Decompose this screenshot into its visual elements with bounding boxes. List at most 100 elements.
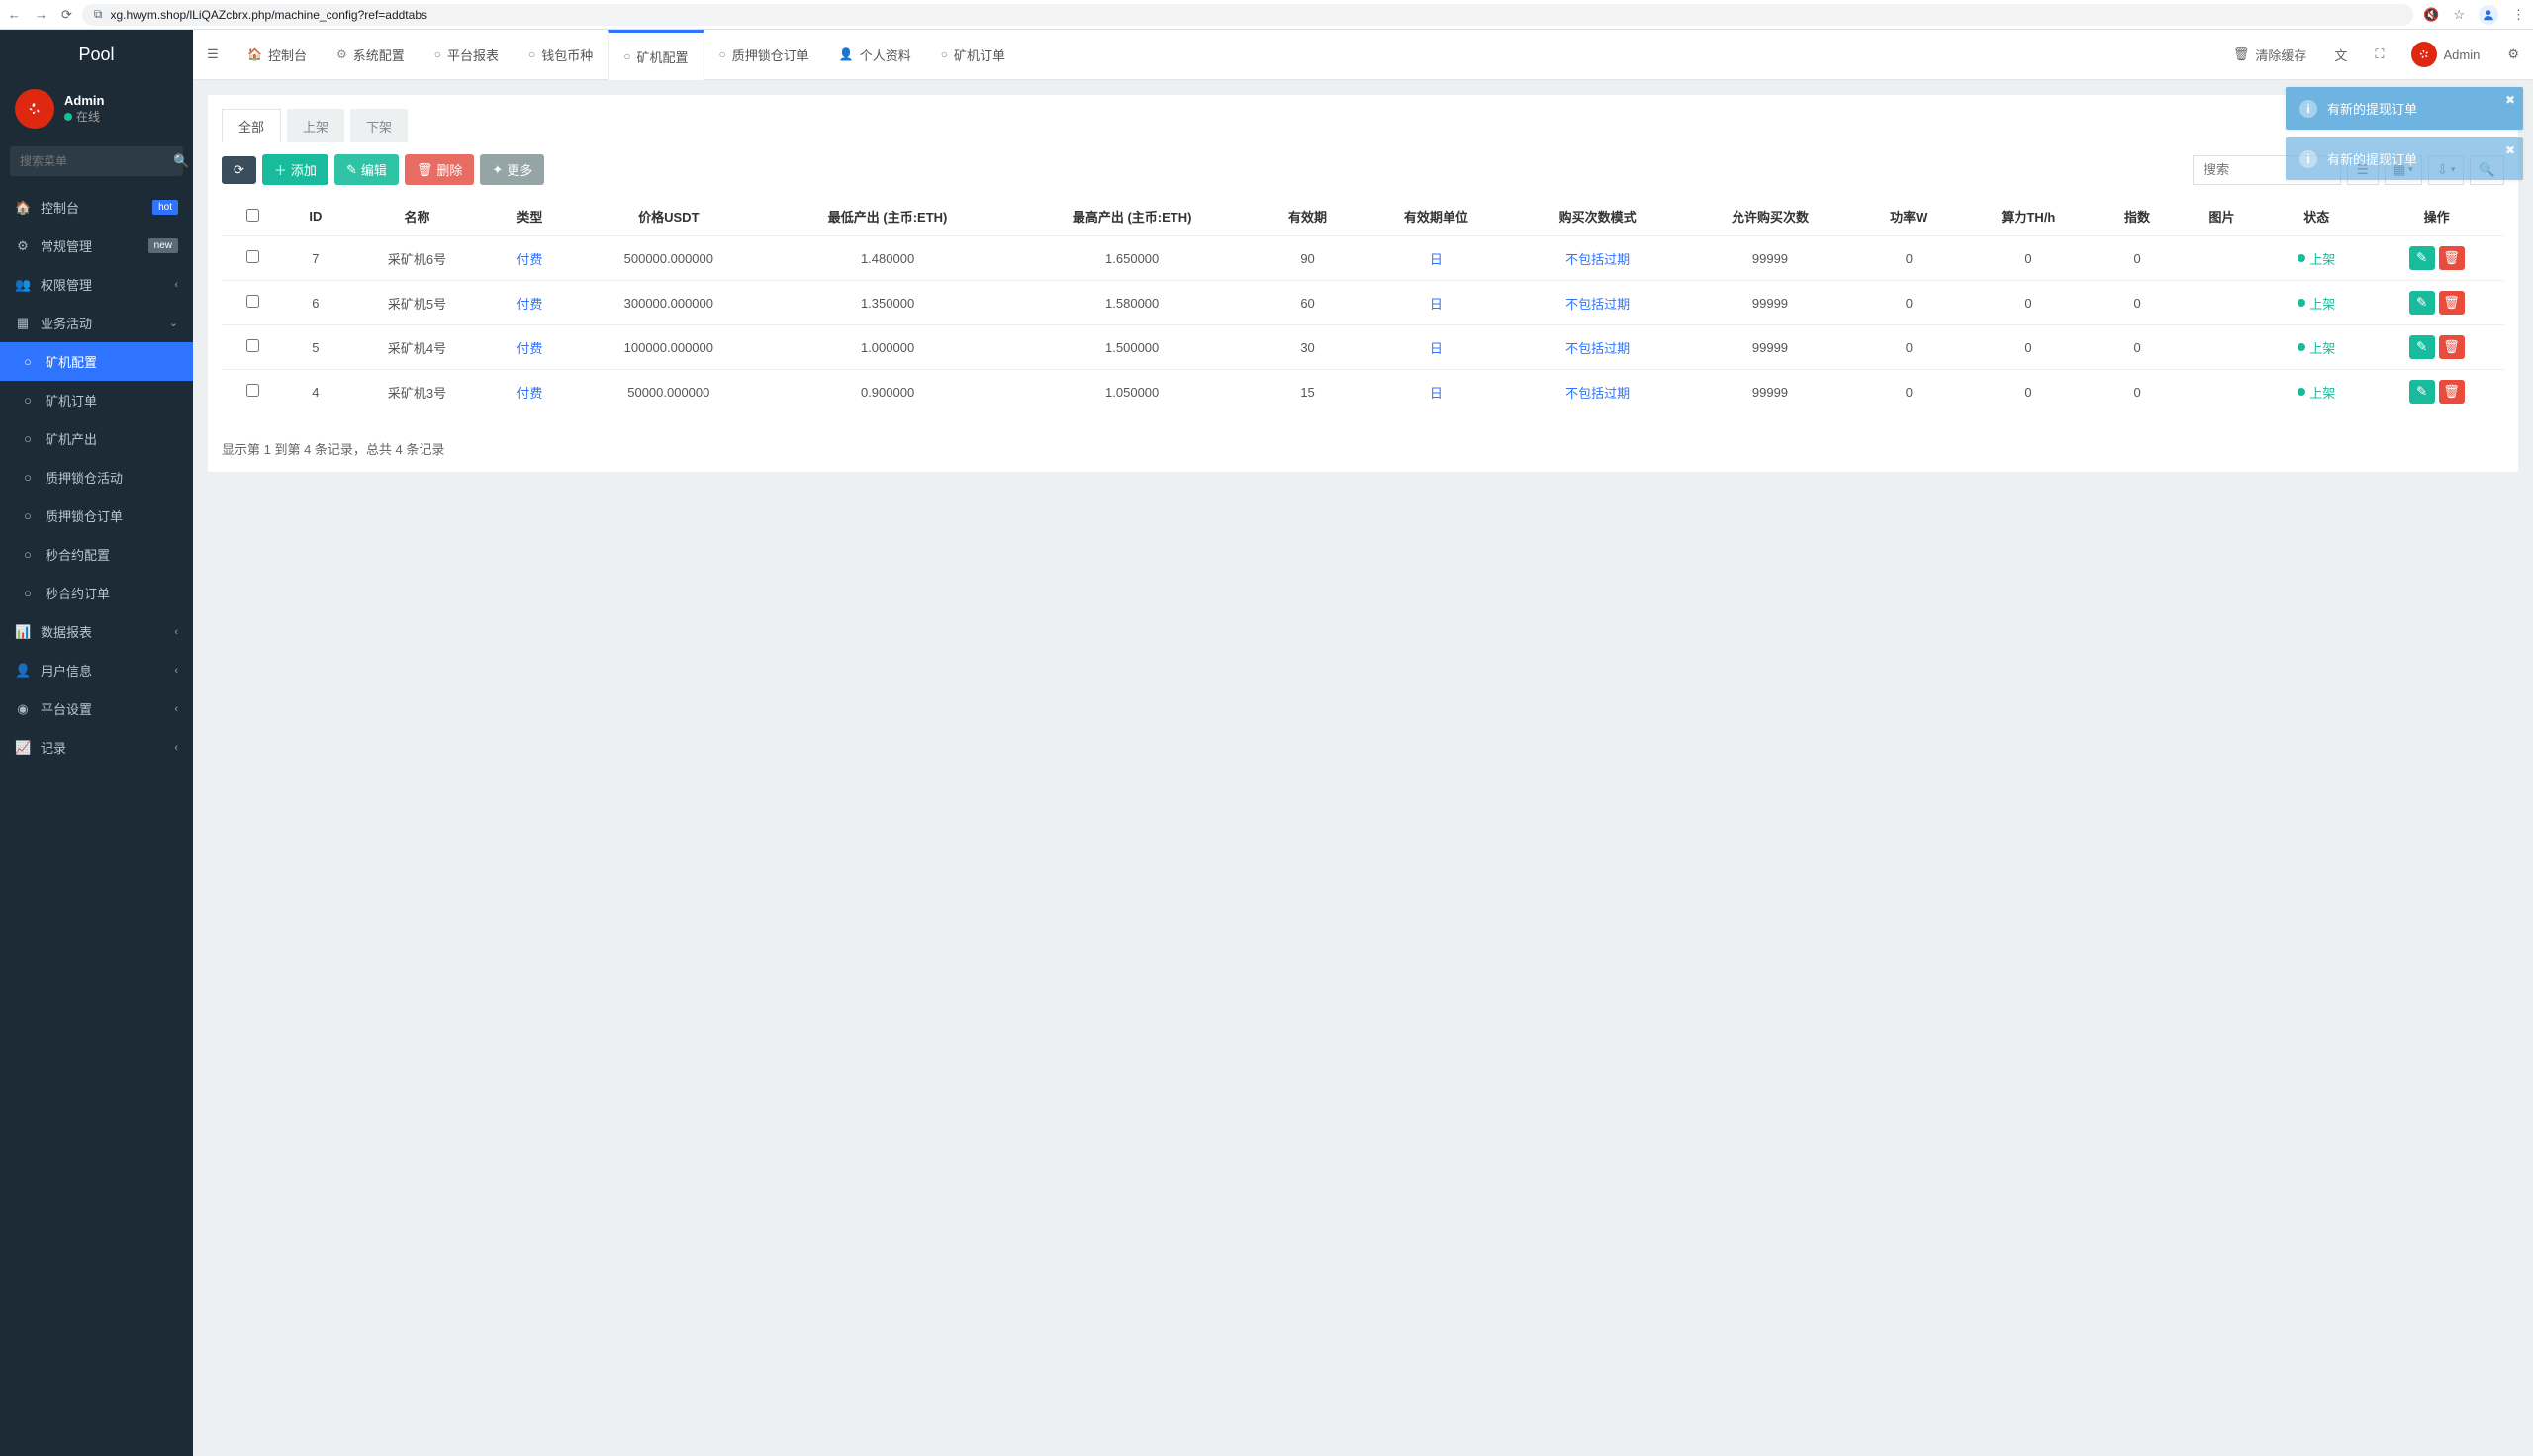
top-tab[interactable]: 👤个人资料 <box>824 30 926 79</box>
status-badge[interactable]: 上架 <box>2298 294 2335 313</box>
row-checkbox[interactable] <box>246 384 259 397</box>
search-icon[interactable]: 🔍 <box>173 153 189 169</box>
unit-link[interactable]: 日 <box>1430 386 1443 401</box>
row-edit-button[interactable]: ✎ <box>2409 291 2435 315</box>
status-badge[interactable]: 上架 <box>2298 383 2335 402</box>
column-header[interactable]: 最高产出 (主币:ETH) <box>1010 197 1255 236</box>
admin-menu[interactable]: Admin <box>2397 30 2493 79</box>
row-delete-button[interactable]: 🗑 <box>2439 335 2465 359</box>
close-icon[interactable]: ✖ <box>2505 93 2515 107</box>
unit-link[interactable]: 日 <box>1430 252 1443 267</box>
type-link[interactable]: 付费 <box>516 386 542 401</box>
sidebar-subitem[interactable]: ○质押锁仓活动 <box>0 458 193 497</box>
url-bar[interactable]: ⧉ xg.hwym.shop/lLiQAZcbrx.php/machine_co… <box>82 4 2413 26</box>
row-delete-button[interactable]: 🗑 <box>2439 291 2465 315</box>
type-link[interactable]: 付费 <box>516 252 542 267</box>
row-checkbox[interactable] <box>246 295 259 308</box>
sidebar-item[interactable]: 📊数据报表‹ <box>0 612 193 651</box>
row-edit-button[interactable]: ✎ <box>2409 335 2435 359</box>
column-header[interactable]: 图片 <box>2180 197 2264 236</box>
delete-button[interactable]: 🗑 删除 <box>405 154 475 185</box>
reload-icon[interactable]: ⟳ <box>61 7 72 23</box>
user-panel[interactable]: Admin 在线 <box>0 79 193 138</box>
forward-icon[interactable]: → <box>35 7 47 23</box>
settings-gear-icon[interactable]: ⚙ <box>2493 30 2533 79</box>
column-header[interactable]: 功率W <box>1856 197 1961 236</box>
fullscreen-icon[interactable]: ⛶ <box>2361 30 2397 79</box>
top-tab[interactable]: ○矿机订单 <box>926 30 1020 79</box>
edit-button[interactable]: ✎ 编辑 <box>334 154 399 185</box>
sidebar-search-input[interactable] <box>20 154 173 168</box>
top-tab[interactable]: ○钱包币种 <box>514 30 608 79</box>
column-header[interactable]: 名称 <box>346 197 487 236</box>
language-icon[interactable]: 文 <box>2320 30 2361 79</box>
sidebar-subitem[interactable]: ○矿机订单 <box>0 381 193 419</box>
sidebar-item[interactable]: 👤用户信息‹ <box>0 651 193 689</box>
bookmark-icon[interactable]: ☆ <box>2453 7 2465 23</box>
status-badge[interactable]: 上架 <box>2298 249 2335 268</box>
column-header[interactable] <box>222 197 284 236</box>
column-header[interactable]: 状态 <box>2264 197 2369 236</box>
kebab-icon[interactable]: ⋮ <box>2512 7 2525 23</box>
column-header[interactable]: 操作 <box>2369 197 2504 236</box>
column-header[interactable]: 类型 <box>488 197 572 236</box>
subtab[interactable]: 下架 <box>350 109 408 142</box>
notification-toast[interactable]: i 有新的提现订单 ✖ <box>2286 137 2523 180</box>
row-edit-button[interactable]: ✎ <box>2409 246 2435 270</box>
sidebar-item[interactable]: 📈记录‹ <box>0 728 193 767</box>
unit-link[interactable]: 日 <box>1430 297 1443 312</box>
sidebar-subitem[interactable]: ○矿机配置 <box>0 342 193 381</box>
column-header[interactable]: 购买次数模式 <box>1511 197 1683 236</box>
sidebar-item[interactable]: 🏠控制台hot <box>0 188 193 227</box>
status-badge[interactable]: 上架 <box>2298 338 2335 357</box>
mode-link[interactable]: 不包括过期 <box>1565 386 1630 401</box>
sidebar-subitem[interactable]: ○质押锁仓订单 <box>0 497 193 535</box>
column-header[interactable]: 指数 <box>2095 197 2179 236</box>
mode-link[interactable]: 不包括过期 <box>1565 252 1630 267</box>
clear-cache-button[interactable]: 🗑 清除缓存 <box>2219 30 2321 79</box>
row-checkbox[interactable] <box>246 250 259 263</box>
column-header[interactable]: 算力TH/h <box>1962 197 2096 236</box>
sidebar-subitem[interactable]: ○秒合约订单 <box>0 574 193 612</box>
select-all-checkbox[interactable] <box>246 209 259 222</box>
top-tab[interactable]: ⚙系统配置 <box>322 30 420 79</box>
top-tab[interactable]: 🏠控制台 <box>233 30 322 79</box>
sidebar-subitem[interactable]: ○秒合约配置 <box>0 535 193 574</box>
sidebar-subitem[interactable]: ○矿机产出 <box>0 419 193 458</box>
sidebar-item[interactable]: ⚙常规管理new <box>0 227 193 265</box>
column-header[interactable]: 价格USDT <box>572 197 765 236</box>
subtab[interactable]: 上架 <box>287 109 344 142</box>
column-header[interactable]: 允许购买次数 <box>1684 197 1856 236</box>
subtab[interactable]: 全部 <box>222 109 281 142</box>
top-tab[interactable]: ○质押锁仓订单 <box>704 30 824 79</box>
sidebar-item[interactable]: 👥权限管理‹ <box>0 265 193 304</box>
row-checkbox[interactable] <box>246 339 259 352</box>
mode-link[interactable]: 不包括过期 <box>1565 341 1630 356</box>
column-header[interactable]: ID <box>284 197 346 236</box>
back-icon[interactable]: ← <box>8 7 21 23</box>
more-button[interactable]: ✦ 更多 <box>480 154 544 185</box>
unit-link[interactable]: 日 <box>1430 341 1443 356</box>
type-link[interactable]: 付费 <box>516 297 542 312</box>
row-delete-button[interactable]: 🗑 <box>2439 246 2465 270</box>
mode-link[interactable]: 不包括过期 <box>1565 297 1630 312</box>
row-edit-button[interactable]: ✎ <box>2409 380 2435 404</box>
hamburger-icon[interactable]: ☰ <box>193 30 233 79</box>
column-header[interactable]: 有效期 <box>1255 197 1361 236</box>
sidebar-item[interactable]: ▦业务活动⌄ <box>0 304 193 342</box>
notification-toast[interactable]: i 有新的提现订单 ✖ <box>2286 87 2523 130</box>
column-header[interactable]: 有效期单位 <box>1360 197 1511 236</box>
site-info-icon[interactable]: ⧉ <box>94 7 103 22</box>
type-link[interactable]: 付费 <box>516 341 542 356</box>
profile-icon[interactable] <box>2479 5 2498 25</box>
top-tab[interactable]: ○矿机配置 <box>608 30 704 80</box>
row-delete-button[interactable]: 🗑 <box>2439 380 2465 404</box>
add-button[interactable]: ＋ 添加 <box>262 154 328 185</box>
top-tab[interactable]: ○平台报表 <box>420 30 514 79</box>
sidebar-item[interactable]: ◉平台设置‹ <box>0 689 193 728</box>
close-icon[interactable]: ✖ <box>2505 143 2515 157</box>
column-header[interactable]: 最低产出 (主币:ETH) <box>766 197 1010 236</box>
table-scroll[interactable]: ID名称类型价格USDT最低产出 (主币:ETH)最高产出 (主币:ETH)有效… <box>222 197 2504 425</box>
refresh-button[interactable]: ⟳ <box>222 156 256 184</box>
sidebar-search[interactable]: 🔍 <box>10 146 183 176</box>
